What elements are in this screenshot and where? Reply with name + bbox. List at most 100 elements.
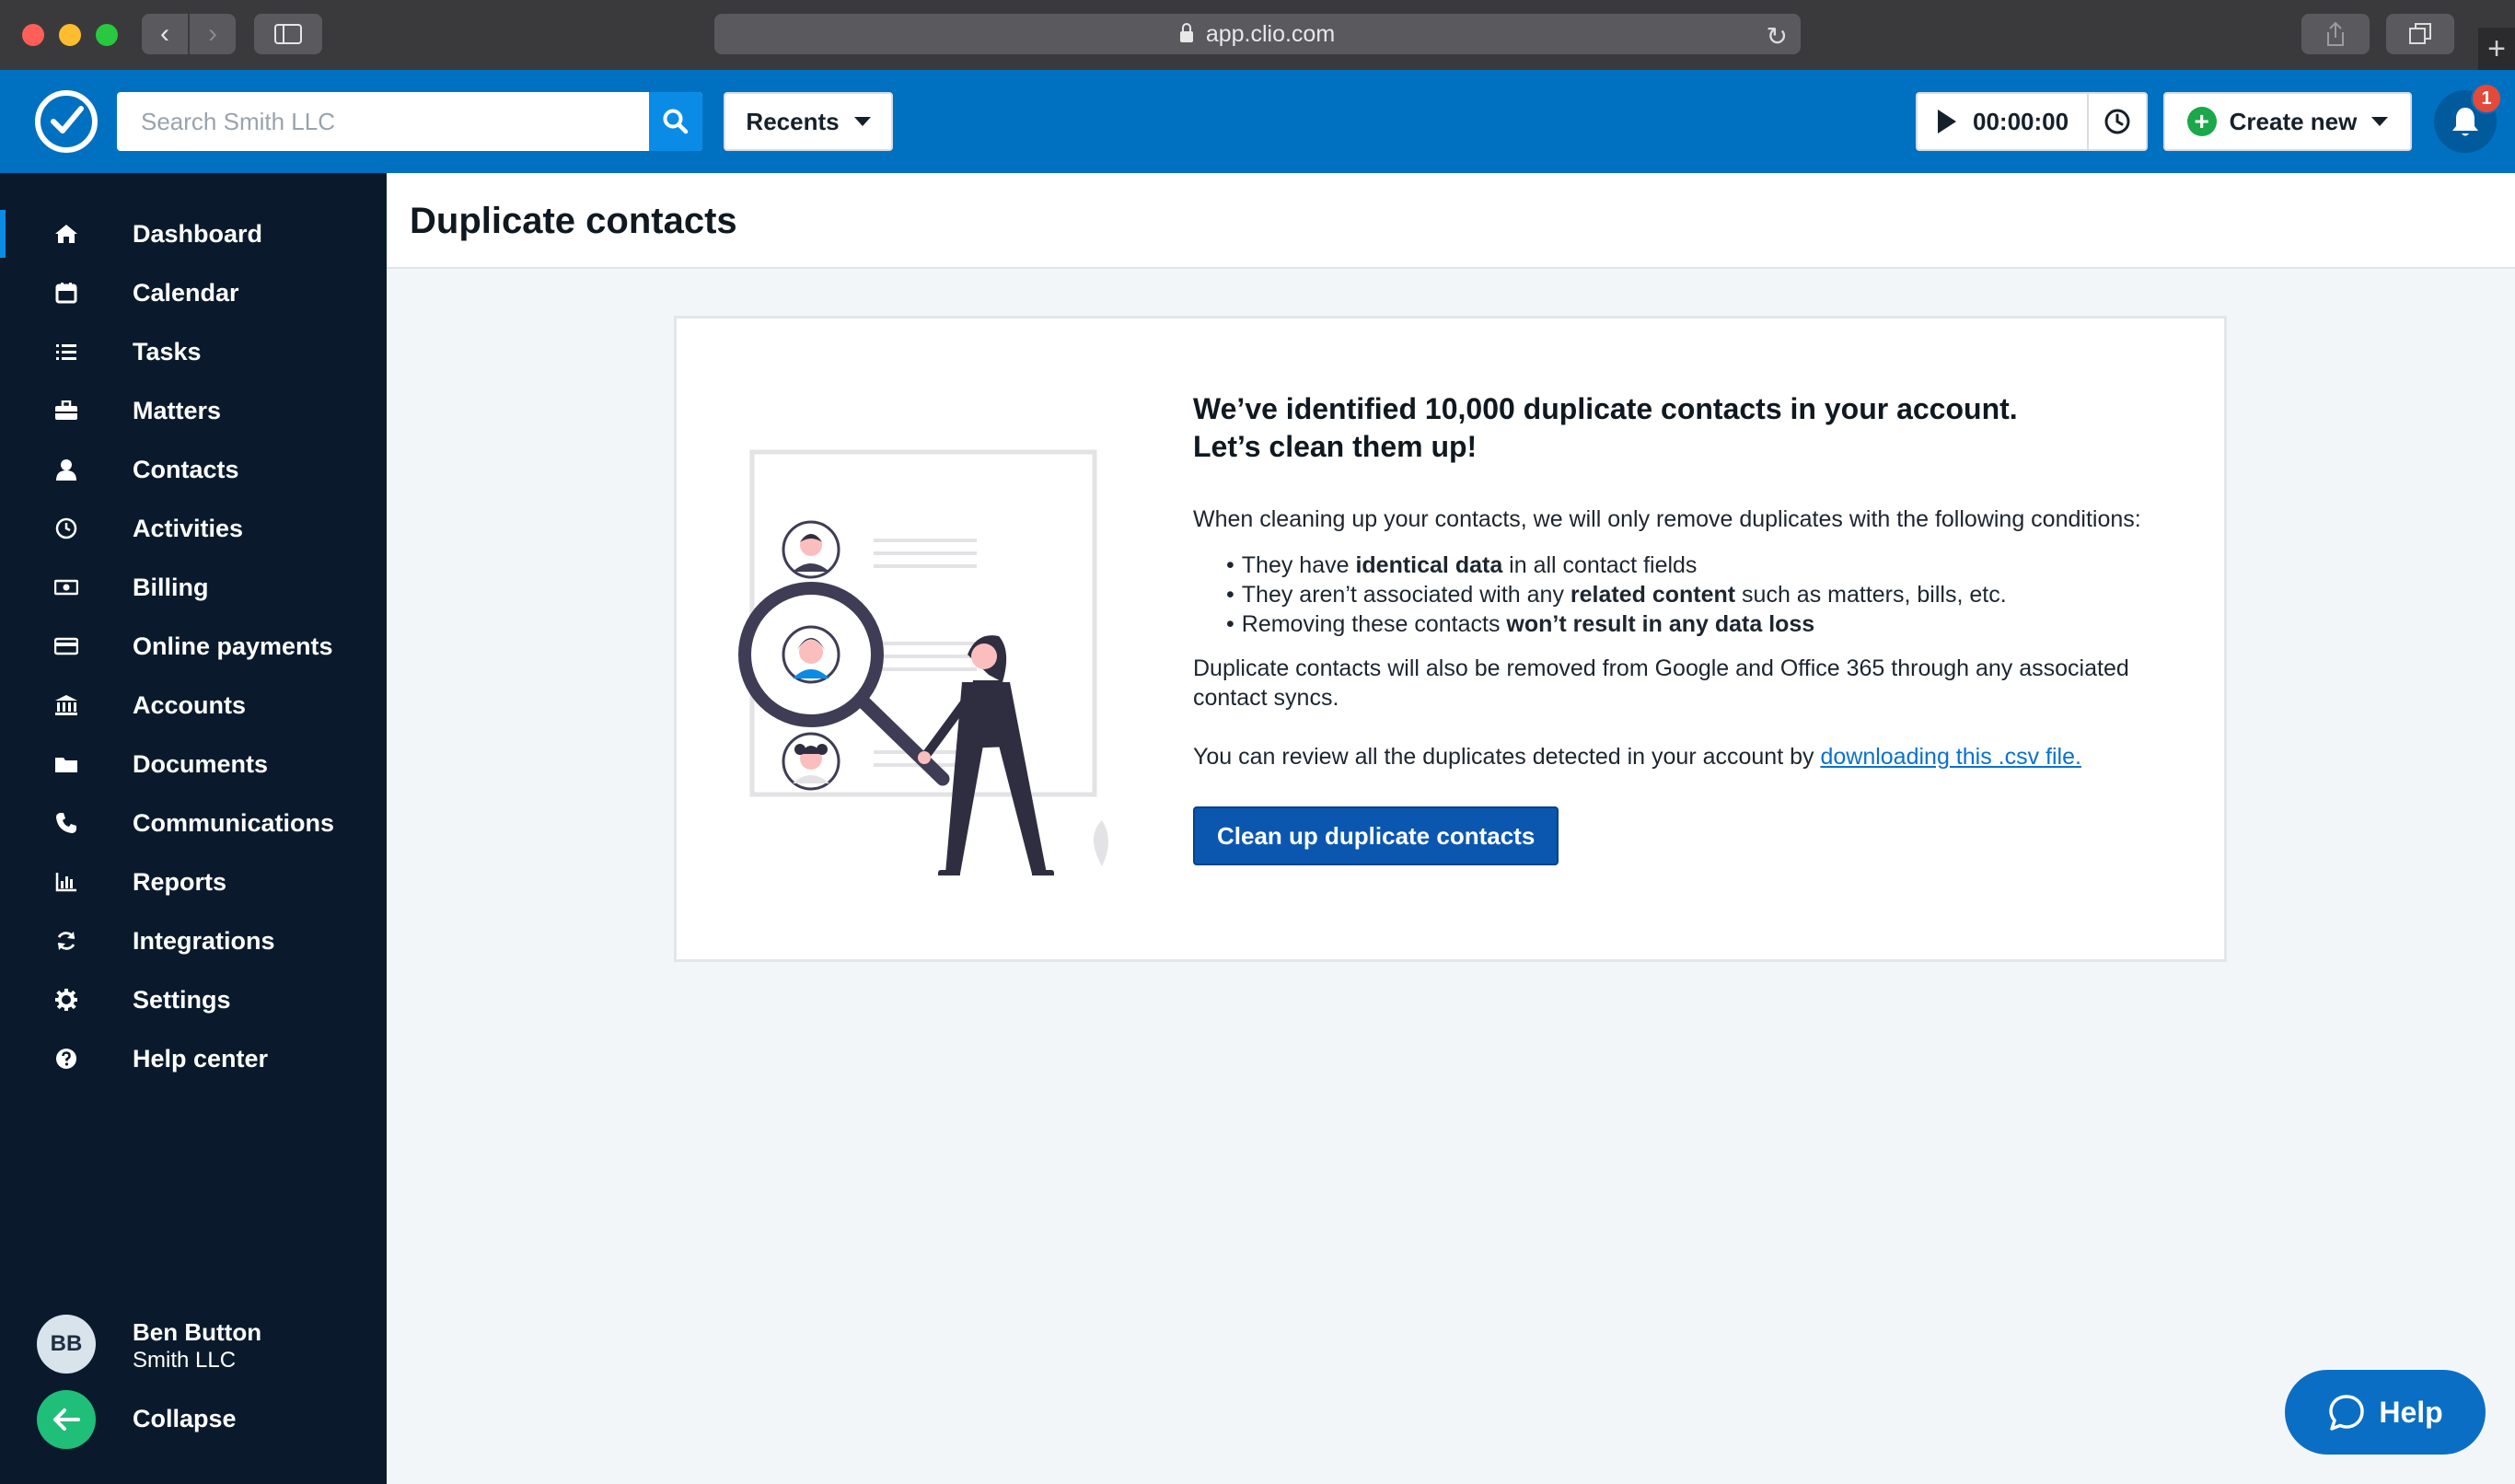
bullet-text: in all contact fields: [1502, 552, 1698, 578]
collapse-button[interactable]: [37, 1390, 96, 1449]
create-new-label: Create new: [2229, 107, 2358, 135]
download-csv-link[interactable]: downloading this .csv file.: [1820, 744, 2080, 770]
arrow-left-icon: [53, 1409, 80, 1431]
magnifier-illustration: [736, 388, 1159, 879]
list-item: They aren’t associated with any related …: [1226, 580, 2169, 609]
calendar-icon: [52, 278, 81, 307]
clio-logo[interactable]: [35, 90, 98, 153]
sidebar-item-label: Reports: [133, 867, 227, 896]
sidebar-item-dashboard[interactable]: Dashboard: [0, 204, 387, 263]
review-text-prefix: You can review all the duplicates detect…: [1193, 744, 1821, 770]
question-icon: [52, 1044, 81, 1073]
sidebar-item-label: Integrations: [133, 926, 275, 955]
clock-icon: [52, 514, 81, 543]
collapse-label[interactable]: Collapse: [133, 1405, 237, 1433]
notification-badge: 1: [2471, 83, 2502, 114]
plus-icon: +: [2487, 30, 2506, 66]
bullet-text: They aren’t associated with any: [1241, 582, 1570, 608]
close-window-button[interactable]: [22, 24, 44, 46]
sidebar-item-label: Communications: [133, 808, 335, 837]
sidebar-item-label: Contacts: [133, 455, 239, 483]
sidebar-item-billing[interactable]: Billing: [0, 558, 387, 617]
chevron-left-icon: ‹: [160, 18, 169, 49]
new-tab-button[interactable]: +: [2478, 28, 2515, 70]
minimize-window-button[interactable]: [59, 24, 81, 46]
reload-icon[interactable]: ↻: [1767, 21, 1788, 52]
share-icon: [2327, 21, 2344, 46]
lock-icon: [1179, 23, 1193, 42]
sidebar-item-reports[interactable]: Reports: [0, 852, 387, 911]
bullet-emphasis: identical data: [1355, 552, 1503, 578]
sidebar-item-communications[interactable]: Communications: [0, 794, 387, 852]
phone-icon: [52, 808, 81, 838]
sidebar-item-documents[interactable]: Documents: [0, 735, 387, 794]
sidebar-toggle-button[interactable]: [254, 14, 322, 54]
sidebar-item-label: Dashboard: [133, 219, 263, 248]
sync-icon: [52, 926, 81, 956]
sidebar-item-label: Documents: [133, 749, 269, 778]
browser-chrome: ‹ › app.clio.com ↻ +: [0, 0, 2515, 70]
timer-history-button[interactable]: [2087, 92, 2148, 151]
share-button[interactable]: [2301, 14, 2370, 54]
bullet-emphasis: won’t result in any data loss: [1506, 611, 1815, 637]
sidebar-item-label: Billing: [133, 573, 209, 601]
sidebar-item-label: Accounts: [133, 690, 247, 719]
sidebar-item-label: Matters: [133, 396, 222, 424]
avatar[interactable]: BB: [37, 1315, 96, 1374]
tabs-icon: [2409, 23, 2431, 44]
checkmark-logo-icon: [51, 106, 84, 133]
list-item: Removing these contacts won’t result in …: [1226, 609, 2169, 639]
play-icon: [1938, 110, 1956, 133]
sidebar-item-label: Online payments: [133, 632, 333, 660]
search-input[interactable]: [117, 92, 649, 151]
recents-dropdown[interactable]: Recents: [724, 92, 893, 151]
page-header: Duplicate contacts: [387, 173, 2515, 269]
plus-circle-icon: +: [2186, 107, 2217, 136]
bullet-emphasis: related content: [1570, 582, 1736, 608]
sync-note: Duplicate contacts will also be removed …: [1193, 655, 2129, 711]
review-text: You can review all the duplicates detect…: [1193, 742, 2169, 771]
money-icon: [52, 573, 81, 602]
back-button[interactable]: ‹: [142, 14, 188, 54]
sidebar-item-settings[interactable]: Settings: [0, 970, 387, 1029]
search-box: [117, 92, 702, 151]
list-item: They have identical data in all contact …: [1226, 551, 2169, 580]
help-button[interactable]: Help: [2285, 1370, 2486, 1455]
tabs-overview-button[interactable]: [2386, 14, 2454, 54]
bullet-text: such as matters, bills, etc.: [1735, 582, 2007, 608]
sidebar-item-online-payments[interactable]: Online payments: [0, 617, 387, 676]
address-bar[interactable]: app.clio.com ↻: [714, 14, 1801, 54]
maximize-window-button[interactable]: [96, 24, 118, 46]
create-new-button[interactable]: + Create new: [2163, 92, 2412, 151]
recents-label: Recents: [746, 107, 840, 135]
sidebar-item-integrations[interactable]: Integrations: [0, 911, 387, 970]
bullet-text: They have: [1241, 552, 1356, 578]
sidebar-item-activities[interactable]: Activities: [0, 499, 387, 558]
search-button[interactable]: [649, 92, 702, 151]
chat-bubble-icon: [2329, 1395, 2365, 1431]
sidebar-item-matters[interactable]: Matters: [0, 381, 387, 440]
heading-line-2: Let’s clean them up!: [1193, 430, 1478, 463]
url-text: app.clio.com: [1205, 20, 1336, 47]
sidebar-item-tasks[interactable]: Tasks: [0, 322, 387, 381]
sidebar-item-calendar[interactable]: Calendar: [0, 263, 387, 322]
card-heading: We’ve identified 10,000 duplicate contac…: [1193, 390, 2169, 466]
card-content: We’ve identified 10,000 duplicate contac…: [1193, 390, 2169, 865]
app-header: Recents 00:00:00 + Create new 1: [0, 70, 2515, 173]
sidebar-item-help-center[interactable]: Help center: [0, 1029, 387, 1088]
clean-up-duplicates-button[interactable]: Clean up duplicate contacts: [1193, 806, 1559, 865]
forward-button[interactable]: ›: [190, 14, 236, 54]
sidebar-item-accounts[interactable]: Accounts: [0, 676, 387, 735]
home-icon: [52, 219, 81, 249]
user-name: Ben Button: [133, 1318, 262, 1346]
briefcase-icon: [52, 396, 81, 425]
sidebar-item-label: Settings: [133, 985, 231, 1014]
page-title: Duplicate contacts: [410, 201, 737, 241]
gear-icon: [52, 985, 81, 1014]
chevron-right-icon: ›: [208, 18, 217, 49]
timer-value: 00:00:00: [1973, 107, 2069, 135]
sidebar-item-contacts[interactable]: Contacts: [0, 440, 387, 499]
timer-button[interactable]: 00:00:00: [1916, 92, 2089, 151]
sidebar-item-label: Activities: [133, 514, 244, 542]
intro-text: When cleaning up your contacts, we will …: [1193, 506, 2141, 532]
